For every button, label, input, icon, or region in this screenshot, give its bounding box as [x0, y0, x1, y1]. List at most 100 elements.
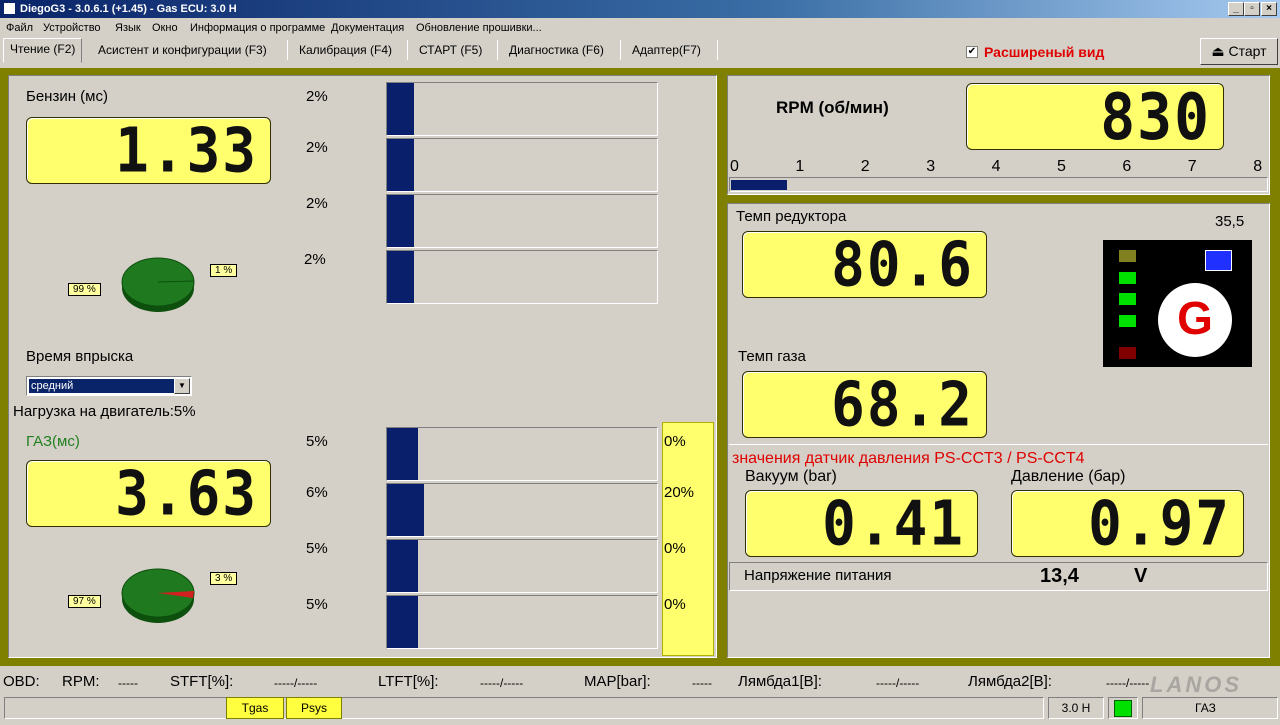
reducer-temp-label: Темп редуктора: [736, 208, 847, 225]
petrol-label: Бензин (мс): [26, 88, 108, 105]
petrol-display: 1.33: [26, 114, 271, 187]
restore-icon[interactable]: ▫: [1244, 2, 1260, 16]
gas-pie-label-right: 3 %: [210, 572, 238, 585]
psys-button[interactable]: Psys: [286, 697, 342, 719]
menu-window[interactable]: Окно: [152, 22, 178, 34]
rpm-scale-tick: 7: [1187, 158, 1197, 175]
pressure-value: 0.97: [1088, 487, 1231, 560]
rpm-label: RPM (об/мин): [776, 98, 889, 117]
petrol-bar: [386, 138, 658, 192]
gas-bar: [386, 483, 658, 537]
gas-temp-value: 68.2: [831, 368, 974, 441]
tab-calibration[interactable]: Калибрация (F4): [293, 40, 398, 62]
tgas-button[interactable]: Tgas: [226, 697, 284, 719]
gas-bar-pct: 6%: [306, 484, 328, 501]
injection-mode-select[interactable]: средний ▼: [26, 376, 192, 396]
gas-label: ГАЗ(мс): [26, 433, 80, 450]
obd-label: OBD:: [3, 673, 40, 690]
gas-bar-pct: 5%: [306, 596, 328, 613]
tab-separator: [620, 40, 621, 60]
extended-view-label: Расширеный вид: [984, 44, 1105, 60]
close-icon[interactable]: ×: [1261, 2, 1277, 16]
pressure-display: 0.97: [1011, 487, 1244, 560]
menu-language[interactable]: Язык: [115, 22, 141, 34]
gas-value: 3.63: [115, 457, 258, 530]
petrol-value: 1.33: [115, 114, 258, 187]
rpm-scale-tick: 1: [795, 158, 805, 175]
obd-ltft-label: LTFT[%]:: [378, 673, 439, 690]
reducer-temp-corner-value: 35,5: [1215, 213, 1245, 230]
gas-pie-chart: [121, 568, 195, 623]
petrol-bar-pct: 2%: [304, 251, 326, 268]
petrol-bar-fill: [387, 139, 414, 191]
tab-separator: [497, 40, 498, 60]
minimize-icon[interactable]: _: [1228, 2, 1244, 16]
tab-start[interactable]: СТАРТ (F5): [413, 40, 488, 62]
rpm-scale-tick: 5: [1057, 158, 1066, 175]
window-title: DiegoG3 - 3.0.6.1 (+1.45) - Gas ECU: 3.0…: [20, 3, 237, 15]
status-cell: [4, 697, 1044, 719]
voltage-value: 13,4: [1040, 565, 1079, 587]
rpm-bar-fill: [731, 180, 787, 190]
gas-bar-fill: [387, 596, 418, 648]
vacuum-value: 0.41: [822, 487, 965, 560]
petrol-pie-label-right: 1 %: [210, 264, 238, 277]
vacuum-display: 0.41: [745, 487, 978, 560]
gas-correction-value: 0%: [664, 540, 686, 557]
petrol-bar-pct: 2%: [306, 139, 328, 156]
gas-correction-column: [662, 422, 714, 656]
reducer-temp-value: 80.6: [831, 228, 974, 301]
voltage-unit: V: [1134, 565, 1148, 587]
gas-pie-label-left: 97 %: [68, 595, 101, 608]
gas-bar: [386, 539, 658, 593]
rpm-scale-tick: 8: [1253, 158, 1263, 175]
gas-mode-indicator: G: [1103, 240, 1252, 367]
obd-lambda2-label: Лямбда2[B]:: [968, 673, 1052, 690]
title-bar: DiegoG3 - 3.0.6.1 (+1.45) - Gas ECU: 3.0…: [0, 0, 1280, 18]
chevron-down-icon[interactable]: ▼: [174, 378, 190, 394]
menu-bar: Файл Устройство Язык Окно Информация о п…: [0, 19, 1280, 37]
menu-docs[interactable]: Документация: [331, 22, 404, 34]
status-led: [1119, 315, 1136, 327]
obd-map-label: MAP[bar]:: [584, 673, 651, 690]
tab-adapter[interactable]: Адаптер(F7): [626, 40, 707, 62]
rpm-bar-track: [729, 177, 1268, 192]
rpm-scale-tick: 0: [730, 158, 739, 175]
tab-read[interactable]: Чтение (F2): [3, 38, 83, 63]
gas-bar-fill: [387, 484, 424, 536]
tab-assistant[interactable]: Асистент и конфигурации (F3): [92, 40, 273, 62]
gas-logo-icon: G: [1158, 283, 1232, 357]
rpm-display: 830: [966, 79, 1224, 154]
divider: [729, 444, 1268, 445]
petrol-pie-chart: [121, 257, 195, 312]
ecu-status: 3.0 H: [1048, 697, 1104, 719]
start-button[interactable]: ⏏ Старт: [1200, 38, 1278, 65]
gas-logo-letter: G: [1177, 292, 1213, 344]
menu-about[interactable]: Информация о программе: [190, 22, 325, 34]
menu-device[interactable]: Устройство: [43, 22, 101, 34]
rpm-scale-tick: 6: [1122, 158, 1132, 175]
menu-firmware-update[interactable]: Обновление прошивки...: [416, 22, 542, 34]
status-square: [1205, 250, 1232, 271]
petrol-bar-fill: [387, 251, 414, 303]
gas-temp-label: Темп газа: [738, 348, 806, 365]
obd-lambda1-value: -----/-----: [876, 676, 920, 690]
obd-lambda2-value: -----/-----: [1106, 676, 1150, 690]
rpm-scale-tick: 3: [926, 158, 936, 175]
petrol-bar-fill: [387, 195, 414, 247]
app-icon: [3, 2, 16, 15]
gas-temp-display: 68.2: [742, 368, 987, 441]
rpm-value: 830: [1100, 79, 1211, 154]
obd-stft-value: -----/-----: [274, 676, 318, 690]
tab-diagnostics[interactable]: Диагностика (F6): [503, 40, 610, 62]
engine-load-label: Нагрузка на двигатель:5%: [13, 403, 196, 420]
obd-stft-label: STFT[%]:: [170, 673, 234, 690]
extended-view-checkbox[interactable]: ✔: [966, 46, 978, 58]
gas-bar-pct: 5%: [306, 433, 328, 450]
reducer-temp-display: 80.6: [742, 228, 987, 301]
gas-display: 3.63: [26, 457, 271, 530]
petrol-pie-label-left: 99 %: [68, 283, 101, 296]
obd-bar: OBD: RPM: ----- STFT[%]: -----/----- LTF…: [0, 668, 1280, 694]
menu-file[interactable]: Файл: [6, 22, 33, 34]
gas-correction-value: 20%: [664, 484, 695, 501]
